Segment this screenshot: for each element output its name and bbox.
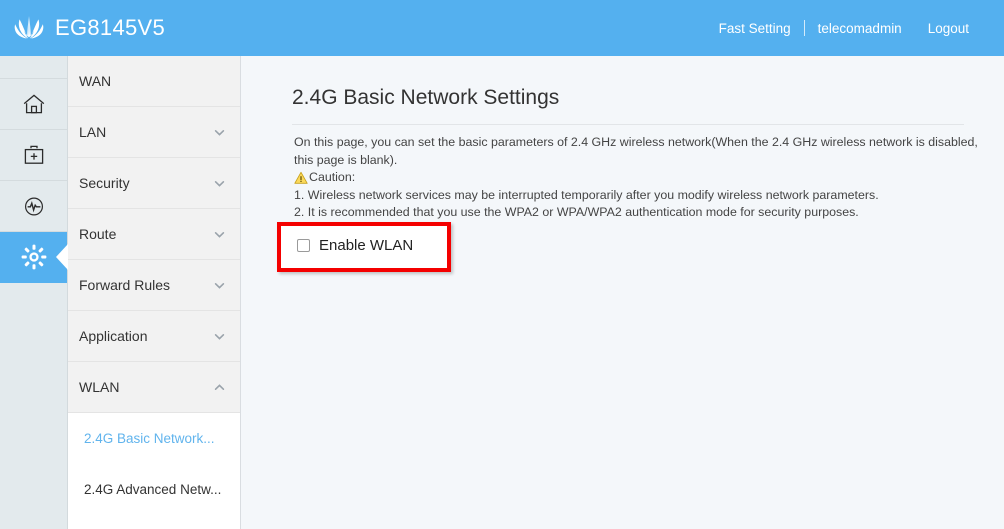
- brand-name: EG8145V5: [55, 15, 166, 40]
- sidebar-item-label: Forward Rules: [79, 277, 171, 293]
- top-header: EG8145V5 Fast Setting telecomadmin Logou…: [0, 0, 1004, 56]
- sidebar-item-wlan[interactable]: WLAN: [68, 362, 240, 413]
- logout-link[interactable]: Logout: [915, 21, 982, 36]
- brand: EG8145V5: [12, 0, 165, 56]
- enable-wlan-label: Enable WLAN: [319, 237, 414, 254]
- icon-rail: [0, 56, 68, 529]
- sidebar-menu: WAN LAN Security Route Forward Rules App…: [68, 56, 241, 529]
- chevron-up-icon: [213, 381, 226, 394]
- caution-heading: Caution:: [294, 169, 994, 187]
- router-admin-page: EG8145V5 Fast Setting telecomadmin Logou…: [0, 0, 1004, 529]
- main-content: 2.4G Basic Network Settings On this page…: [241, 56, 1004, 529]
- sidebar-item-label: LAN: [79, 124, 107, 140]
- gauge-pulse-icon: [22, 195, 46, 218]
- sidebar-item-wan[interactable]: WAN: [68, 56, 240, 107]
- account-link[interactable]: telecomadmin: [805, 21, 915, 36]
- page-description: On this page, you can set the basic para…: [294, 134, 994, 222]
- sidebar-subitem-24g-advanced[interactable]: 2.4G Advanced Netw...: [68, 464, 240, 515]
- sidebar-item-security[interactable]: Security: [68, 158, 240, 209]
- active-rail-pointer: [56, 244, 68, 270]
- enable-wlan-checkbox[interactable]: [297, 239, 310, 252]
- sidebar-item-application[interactable]: Application: [68, 311, 240, 362]
- header-links: Fast Setting telecomadmin Logout: [706, 0, 982, 56]
- page-title: 2.4G Basic Network Settings: [292, 86, 560, 109]
- description-paragraph: On this page, you can set the basic para…: [294, 135, 978, 167]
- sidebar-subitem-label: 2.4G Basic Network...: [84, 431, 215, 446]
- fast-setting-link[interactable]: Fast Setting: [706, 21, 804, 36]
- chevron-down-icon: [213, 330, 226, 343]
- sidebar-item-label: WLAN: [79, 379, 120, 395]
- rail-item-home[interactable]: [0, 79, 67, 130]
- caution-item-2: 2. It is recommended that you use the WP…: [294, 205, 859, 219]
- sidebar-item-forward-rules[interactable]: Forward Rules: [68, 260, 240, 311]
- sidebar-submenu-wlan: 2.4G Basic Network... 2.4G Advanced Netw…: [68, 413, 240, 515]
- chevron-down-icon: [213, 228, 226, 241]
- toolbox-plus-icon: [22, 144, 46, 167]
- sidebar-item-route[interactable]: Route: [68, 209, 240, 260]
- sidebar-subitem-label: 2.4G Advanced Netw...: [84, 482, 222, 497]
- rail-item-status[interactable]: [0, 181, 67, 232]
- sidebar-item-label: Security: [79, 175, 130, 191]
- title-divider: [292, 124, 964, 125]
- sidebar-item-label: WAN: [79, 73, 112, 89]
- chevron-down-icon: [213, 279, 226, 292]
- caution-label: Caution:: [309, 170, 356, 184]
- enable-wlan-row[interactable]: Enable WLAN: [297, 237, 413, 254]
- rail-item-advanced[interactable]: [0, 232, 68, 283]
- sidebar-item-lan[interactable]: LAN: [68, 107, 240, 158]
- rail-spacer: [0, 56, 67, 79]
- warning-triangle-icon: [294, 171, 308, 185]
- sidebar-item-label: Application: [79, 328, 148, 344]
- sidebar-item-label: Route: [79, 226, 117, 242]
- gear-icon: [21, 244, 47, 270]
- home-icon: [22, 93, 46, 116]
- enable-wlan-highlight-box: Enable WLAN: [277, 222, 451, 272]
- rail-item-diagnosis[interactable]: [0, 130, 67, 181]
- caution-item-1: 1. Wireless network services may be inte…: [294, 187, 879, 202]
- huawei-flower-logo-icon: [12, 13, 46, 43]
- chevron-down-icon: [213, 126, 226, 139]
- sidebar-subitem-24g-basic[interactable]: 2.4G Basic Network...: [68, 413, 240, 464]
- chevron-down-icon: [213, 177, 226, 190]
